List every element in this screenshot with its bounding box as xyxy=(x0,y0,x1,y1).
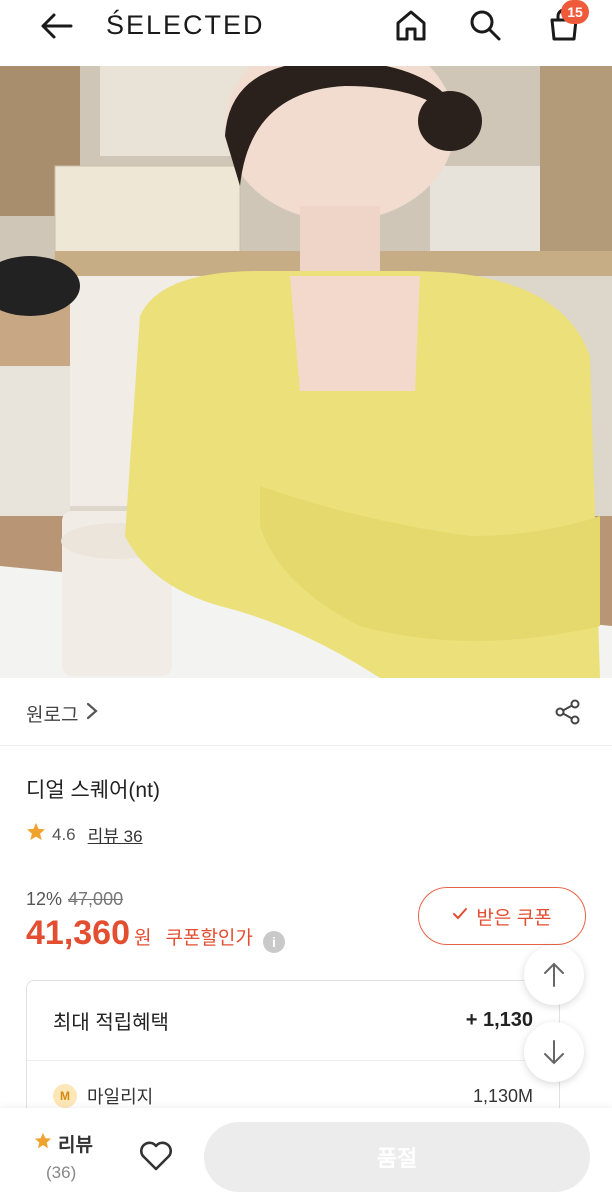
brand-logo[interactable]: ŚELECTED xyxy=(106,10,265,41)
search-icon[interactable] xyxy=(464,4,506,46)
product-title: 디얼 스퀘어(nt) xyxy=(26,779,160,802)
benefit-title: 최대 적립혜택 xyxy=(53,1012,169,1034)
bottom-action-bar: 리뷰 (36) 품절 xyxy=(0,1108,612,1200)
share-icon[interactable] xyxy=(552,696,584,728)
bottom-review-label: 리뷰 xyxy=(58,1135,93,1156)
received-coupon-button[interactable]: 받은 쿠폰 xyxy=(418,887,586,945)
currency-label: 원 xyxy=(134,928,152,949)
soldout-button[interactable]: 품절 xyxy=(204,1122,590,1192)
benefit-row-value: 1,130M xyxy=(472,1085,533,1106)
original-price: 47,000 xyxy=(68,889,124,909)
brand-row: 원로그 xyxy=(0,678,612,746)
benefit-row-label: 마일리지 xyxy=(87,1087,154,1107)
top-header: ŚELECTED 15 xyxy=(0,0,612,66)
bottom-review-button[interactable]: 리뷰 (36) xyxy=(34,1130,104,1183)
product-image[interactable] xyxy=(0,66,612,678)
coupon-price-label: 쿠폰할인가 xyxy=(165,928,253,949)
review-link[interactable]: 리뷰 36 xyxy=(88,822,143,847)
star-icon xyxy=(34,1132,52,1156)
bottom-review-count: (36) xyxy=(46,1163,77,1182)
rating-row: 4.6 리뷰 36 xyxy=(26,822,143,847)
info-icon[interactable]: i xyxy=(262,931,285,953)
arrow-down-icon xyxy=(544,1040,564,1065)
sale-price: 41,360 xyxy=(26,914,130,952)
benefit-header[interactable]: 최대 적립혜택 + 1,130 xyxy=(27,981,559,1061)
discount-rate: 12% xyxy=(26,889,63,909)
arrow-up-icon xyxy=(544,962,564,987)
rating-value: 4.6 xyxy=(52,824,76,844)
wishlist-heart-icon[interactable] xyxy=(134,1134,178,1178)
scroll-top-button[interactable] xyxy=(524,945,584,1005)
cart-count-badge: 15 xyxy=(561,0,589,24)
mileage-icon: M xyxy=(53,1084,77,1108)
back-arrow-icon[interactable] xyxy=(36,6,76,46)
chevron-right-icon xyxy=(86,702,99,726)
check-icon xyxy=(452,905,468,927)
brand-name: 원로그 xyxy=(26,705,79,726)
discount-row: 12% 47,000 xyxy=(26,889,123,910)
home-icon[interactable] xyxy=(390,4,432,46)
scroll-bottom-button[interactable] xyxy=(524,1022,584,1082)
price-row: 41,360 원 쿠폰할인가 i xyxy=(26,914,285,953)
star-icon xyxy=(26,822,46,847)
coupon-button-label: 받은 쿠폰 xyxy=(476,907,552,929)
benefit-total: + 1,130 xyxy=(465,1009,533,1031)
brand-link[interactable]: 원로그 xyxy=(26,700,99,727)
